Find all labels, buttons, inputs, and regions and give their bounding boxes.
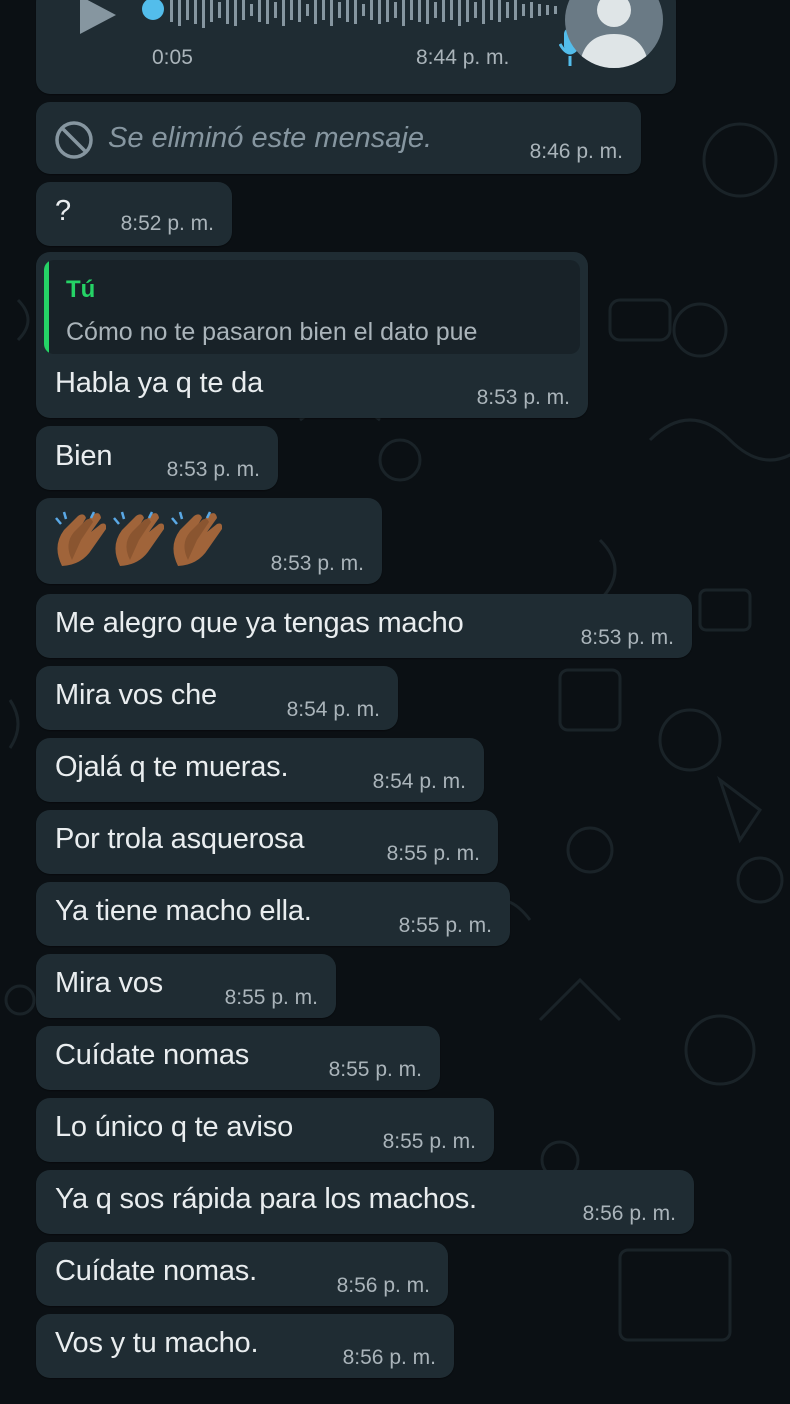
play-icon[interactable]: [80, 0, 116, 34]
message-text: Mira vos: [55, 967, 163, 999]
message-bubble[interactable]: Lo único q te aviso 8:55 p. m.: [36, 1098, 494, 1162]
chat-messages: 0:05 8:44 p. m. Se eliminó este mensaje.…: [0, 0, 790, 1404]
message-time: 8:54 p. m.: [286, 698, 380, 721]
message-bubble[interactable]: Bien 8:53 p. m.: [36, 426, 278, 490]
message-time: 8:53 p. m.: [580, 626, 674, 649]
message-text: Mira vos che: [55, 679, 217, 711]
message-bubble[interactable]: Mira vos che 8:54 p. m.: [36, 666, 398, 730]
message-time: 8:53 p. m.: [270, 552, 364, 575]
audio-waveform[interactable]: [170, 0, 562, 30]
message-text: Cuídate nomas: [55, 1039, 250, 1071]
message-text: Ojalá q te mueras.: [55, 751, 289, 783]
emoji-message-bubble[interactable]: 8:53 p. m.: [36, 498, 382, 584]
message-bubble[interactable]: Ya tiene macho ella. 8:55 p. m.: [36, 882, 510, 946]
message-text: Por trola asquerosa: [55, 823, 305, 855]
message-bubble[interactable]: Me alegro que ya tengas macho 8:53 p. m.: [36, 594, 692, 658]
message-bubble[interactable]: Cuídate nomas 8:55 p. m.: [36, 1026, 440, 1090]
message-text: Cuídate nomas.: [55, 1255, 257, 1287]
message-time: 8:54 p. m.: [372, 770, 466, 793]
message-bubble[interactable]: Vos y tu macho. 8:56 p. m.: [36, 1314, 454, 1378]
message-text: ?: [55, 195, 71, 227]
message-time: 8:46 p. m.: [529, 140, 623, 163]
reply-message-bubble[interactable]: Tú Cómo no te pasaron bien el dato pue H…: [36, 252, 588, 418]
message-time: 8:56 p. m.: [342, 1346, 436, 1369]
message-time: 8:55 p. m.: [386, 842, 480, 865]
message-time: 8:56 p. m.: [582, 1202, 676, 1225]
audio-duration: 0:05: [152, 46, 193, 69]
message-bubble[interactable]: Ya q sos rápida para los machos. 8:56 p.…: [36, 1170, 694, 1234]
message-bubble[interactable]: Cuídate nomas. 8:56 p. m.: [36, 1242, 448, 1306]
quote-author: Tú: [66, 276, 96, 303]
message-time: 8:53 p. m.: [476, 386, 570, 409]
clapping-hands-icon: [113, 511, 164, 566]
message-bubble[interactable]: Ojalá q te mueras. 8:54 p. m.: [36, 738, 484, 802]
clapping-hands-icon: [171, 511, 222, 566]
deleted-message[interactable]: Se eliminó este mensaje. 8:46 p. m.: [36, 102, 641, 174]
message-time: 8:55 p. m.: [224, 986, 318, 1009]
message-text: Ya tiene macho ella.: [55, 895, 312, 927]
clapping-hands-icon: [55, 511, 106, 566]
deleted-message-text: Se eliminó este mensaje.: [108, 122, 432, 154]
message-text: Bien: [55, 440, 113, 472]
quoted-message[interactable]: Tú Cómo no te pasaron bien el dato pue: [44, 260, 580, 354]
message-text: Ya q sos rápida para los machos.: [55, 1183, 477, 1215]
audio-progress-dot[interactable]: [142, 0, 164, 20]
message-bubble[interactable]: ? 8:52 p. m.: [36, 182, 232, 246]
message-time: 8:55 p. m.: [328, 1058, 422, 1081]
message-time: 8:44 p. m.: [416, 46, 510, 69]
message-time: 8:53 p. m.: [166, 458, 260, 481]
message-time: 8:55 p. m.: [382, 1130, 476, 1153]
message-text: Lo único q te aviso: [55, 1111, 294, 1143]
message-text: Me alegro que ya tengas macho: [55, 607, 464, 639]
message-time: 8:52 p. m.: [120, 212, 214, 235]
message-bubble[interactable]: Mira vos 8:55 p. m.: [36, 954, 336, 1018]
message-time: 8:56 p. m.: [336, 1274, 430, 1297]
audio-message[interactable]: 0:05 8:44 p. m.: [36, 0, 676, 94]
message-bubble[interactable]: Por trola asquerosa 8:55 p. m.: [36, 810, 498, 874]
message-text: Habla ya q te da: [55, 367, 263, 399]
message-time: 8:55 p. m.: [398, 914, 492, 937]
deleted-message-icon: [55, 121, 93, 159]
message-text: Vos y tu macho.: [55, 1327, 259, 1359]
quote-text: Cómo no te pasaron bien el dato pue: [66, 318, 478, 346]
quote-accent-bar: [44, 260, 49, 354]
